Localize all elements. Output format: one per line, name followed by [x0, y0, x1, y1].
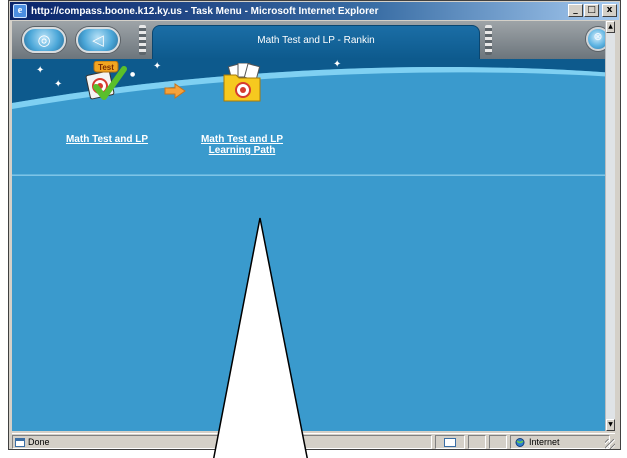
status-pane-empty [468, 435, 486, 449]
window-title: http://compass.boone.k12.ky.us - Task Me… [31, 5, 379, 17]
app-toolbar: ◎ ◁ Math Test and LP - Rankin ⊗ [12, 21, 615, 59]
resize-grip[interactable] [605, 439, 615, 449]
star-icon: ● [130, 71, 136, 78]
section-divider [12, 174, 615, 176]
status-bar: Done Internet [12, 433, 615, 449]
window-icon [444, 438, 456, 447]
back-arrow-icon: ◁ [92, 31, 104, 49]
home-circle-icon: ◎ [37, 31, 51, 49]
maximize-button[interactable]: □ [584, 4, 599, 17]
back-button[interactable]: ◁ [76, 27, 120, 53]
minimize-button[interactable]: _ [568, 4, 583, 17]
status-pane: Done [12, 435, 432, 449]
svg-text:Test: Test [98, 63, 114, 72]
task-link-learning-path-line2: Learning Path [208, 145, 276, 156]
page-done-icon [15, 438, 25, 447]
learning-path-folder-icon[interactable] [220, 63, 266, 103]
star-icon: ✦ [54, 79, 63, 90]
status-pane-empty [489, 435, 507, 449]
ie-app-icon: e [13, 4, 27, 18]
browser-window: e http://compass.boone.k12.ky.us - Task … [8, 0, 621, 450]
close-button[interactable]: x [602, 4, 617, 17]
security-zone-pane: Internet [510, 435, 610, 449]
toolbar-grip-right [485, 25, 492, 55]
window-controls: _ □ x [568, 4, 617, 17]
zone-text: Internet [529, 437, 560, 447]
task-link-learning-path[interactable]: Math Test and LP Learning Path [192, 134, 292, 156]
test-checkmark-icon[interactable]: Test [82, 61, 128, 101]
page-title-tab: Math Test and LP - Rankin [152, 25, 480, 59]
scroll-up-button[interactable]: ▲ [606, 21, 615, 33]
vertical-scrollbar[interactable]: ▲ ▼ [605, 21, 615, 431]
page-title: Math Test and LP - Rankin [257, 35, 375, 46]
status-pane-progress [435, 435, 465, 449]
task-link-learning-path-line1: Math Test and LP [200, 134, 284, 145]
toolbar-grip-left [139, 25, 146, 55]
scroll-down-button[interactable]: ▼ [606, 419, 615, 431]
status-text: Done [28, 437, 50, 447]
star-icon: ✦ [153, 61, 162, 72]
home-button[interactable]: ◎ [22, 27, 66, 53]
star-icon: ✦ [36, 65, 45, 76]
globe-icon [515, 438, 525, 447]
star-icon: ✦ [333, 59, 342, 70]
arrow-right-icon [164, 83, 186, 99]
page-content: ◎ ◁ Math Test and LP - Rankin ⊗ ✦ ✦ ✦ ● … [12, 21, 615, 431]
window-titlebar[interactable]: e http://compass.boone.k12.ky.us - Task … [10, 2, 619, 20]
task-link-math-test[interactable]: Math Test and LP [62, 134, 152, 145]
